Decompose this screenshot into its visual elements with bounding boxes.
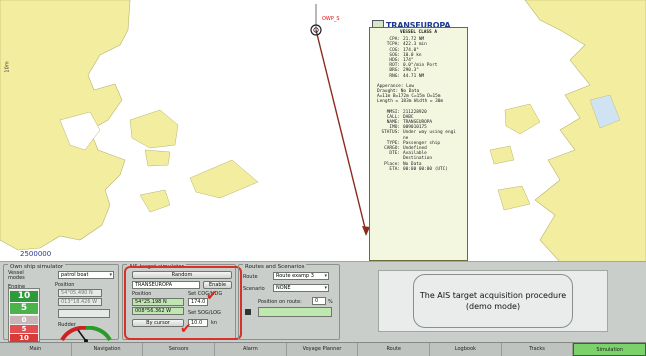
sog-unit-label: kn — [211, 320, 218, 326]
ais-lat-field[interactable]: 54°25.198 N — [132, 298, 184, 306]
route-stop-icon[interactable] — [245, 309, 251, 315]
tab-sensors[interactable]: Sensors — [143, 343, 216, 356]
land-right — [524, 0, 646, 261]
checkmark-icon: ✔ — [206, 288, 218, 304]
vessel-info-row: RNG: 44.71 NM — [373, 74, 464, 79]
chart-scale-label: 2500000 — [20, 250, 52, 258]
chart-side-label: 10m — [4, 61, 11, 73]
vessel-modes-label: Vessel modes — [8, 270, 25, 281]
island-left-1 — [129, 109, 179, 149]
island-left-3 — [189, 159, 259, 199]
main-tab-bar: Main Navigation Sensors Alarm Voyage Planner… — [0, 342, 646, 356]
vessel-info-popup: VESSEL CLASS A CPA: 21.72 NM TCPA: 422.3 mi… — [369, 27, 468, 261]
vessel-info-value: 44.71 NM — [403, 73, 425, 79]
own-ship-track — [315, 29, 367, 233]
own-extra-field[interactable] — [58, 309, 110, 318]
island-left-4 — [139, 189, 171, 213]
vessel-info-row: ETA: 00:00 00:00 (UTC) — [373, 167, 464, 172]
vessel-info-key: RNG: — [389, 73, 400, 79]
random-button[interactable]: Random — [132, 271, 232, 279]
routes-title: Routes and Scenarios — [243, 264, 307, 270]
route-select[interactable]: Route examp 3 — [273, 272, 329, 280]
by-cursor-button[interactable]: By cursor — [132, 319, 184, 327]
vessel-identity: MMSI: 211228920 CALL: DABC NAME: TRANSEUROPA I… — [373, 110, 464, 172]
cog-field[interactable]: 174.0 — [188, 298, 208, 306]
island-right-3 — [497, 185, 531, 211]
ecdis-window: OWP_S 2500000 10m TRANSEUROPA VESSEL CLA… — [0, 0, 646, 356]
vessel-info-value: 00:00 00:00 (UTC) — [403, 166, 448, 172]
chart-graphics — [0, 0, 646, 261]
vessel-kinematics: CPA: 21.72 NM TCPA: 422.3 min COG: 174.0° SOG:… — [373, 37, 464, 79]
demo-caption: The AIS target acquisition procedure (de… — [413, 274, 573, 328]
gauge-astern-full: 10 — [10, 334, 38, 342]
gauge-ahead-half: 5 — [9, 302, 39, 315]
percent-label: % — [328, 299, 333, 305]
simulation-panel: Own ship simulator Vessel modes patrol b… — [0, 262, 646, 342]
tab-logbook[interactable]: Logbook — [430, 343, 502, 356]
ais-position-label: Position — [132, 291, 152, 297]
vessel-popup-header: VESSEL CLASS A — [399, 30, 437, 35]
target-name-field[interactable]: TRANSEUROPA — [132, 281, 200, 289]
route-label: Route — [243, 274, 258, 280]
set-sog-label: Set SOG/LOG — [188, 310, 221, 316]
vessel-info-key: ETA: — [389, 166, 400, 172]
checkmark-icon: ✔ — [180, 321, 192, 337]
tab-navigation[interactable]: Navigation — [72, 343, 144, 356]
position-label-own: Position — [55, 282, 75, 288]
own-lon-field[interactable]: 013°18.426 W — [58, 298, 102, 306]
nautical-chart[interactable]: OWP_S 2500000 10m TRANSEUROPA VESSEL CLA… — [0, 0, 646, 262]
position-on-route-field[interactable]: 0 — [312, 297, 326, 305]
tab-alarm[interactable]: Alarm — [215, 343, 287, 356]
engine-speed-gauge[interactable]: 10 5 0 5 10 — [8, 288, 40, 342]
own-ship-label: OWP_S — [322, 16, 340, 22]
vessel-mode-select[interactable]: patrol boat — [58, 271, 114, 279]
position-on-route-label: Position on route: — [258, 299, 302, 305]
scenario-label: Scenario — [243, 286, 265, 292]
tab-simulation[interactable]: Simulation — [573, 343, 646, 356]
route-progress-bar[interactable] — [258, 307, 332, 317]
gauge-astern-half: 5 — [10, 325, 38, 333]
island-left-2 — [144, 149, 171, 167]
vessel-dimensions: Apperance: Low Draught: No Data A=11m B=1… — [373, 84, 464, 105]
scenario-select[interactable]: NONE — [273, 284, 329, 292]
island-right-2 — [489, 145, 515, 165]
island-right-1 — [504, 103, 541, 135]
ais-lon-field[interactable]: 008°56.362 W — [132, 307, 184, 315]
gauge-ahead-full: 10 — [10, 291, 38, 302]
own-lat-field[interactable]: 54°05.490 N — [58, 289, 102, 297]
tab-voyage-planner[interactable]: Voyage Planner — [287, 343, 359, 356]
tab-tracks[interactable]: Tracks — [502, 343, 574, 356]
rudder-dial[interactable] — [58, 326, 114, 342]
demo-caption-box: The AIS target acquisition procedure (de… — [378, 270, 608, 332]
gauge-stop: 0 — [10, 316, 38, 324]
tab-route[interactable]: Route — [358, 343, 431, 356]
tab-main[interactable]: Main — [0, 343, 72, 356]
